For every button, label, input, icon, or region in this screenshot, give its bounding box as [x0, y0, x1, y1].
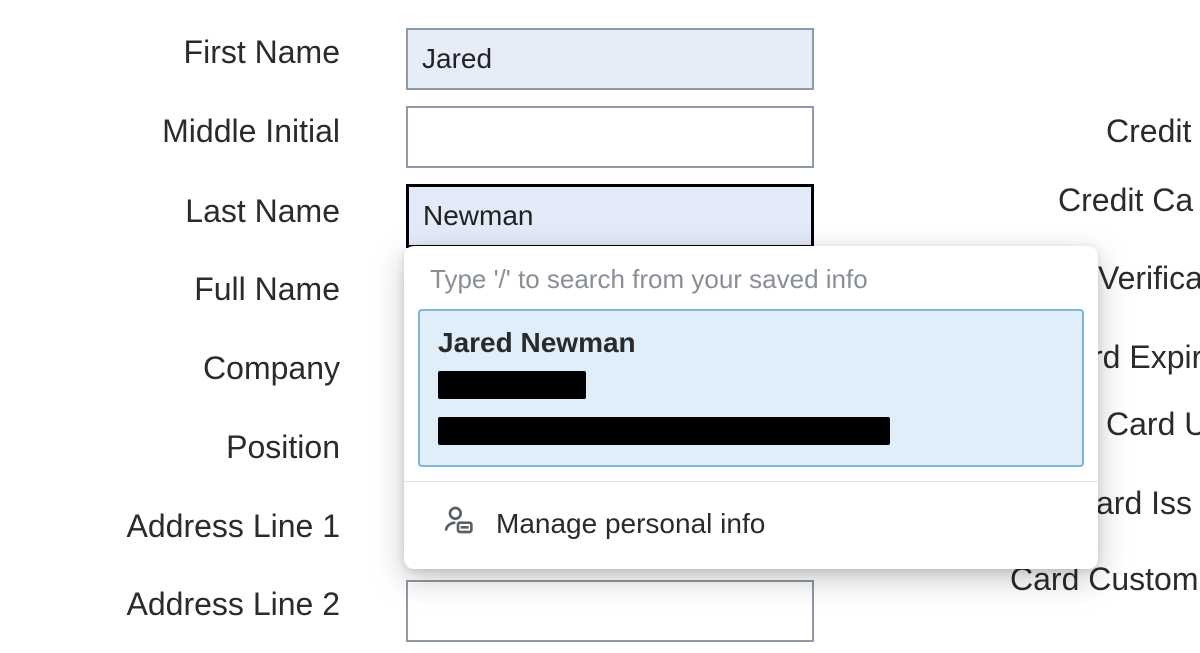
right-label-credit-card: Credit Ca	[1058, 182, 1193, 219]
label-company: Company	[0, 350, 340, 387]
right-label-verification: Verifica	[1098, 260, 1200, 297]
label-position: Position	[0, 429, 340, 466]
autofill-redacted-line-2	[438, 417, 890, 445]
right-label-credit: Credit	[1106, 113, 1191, 150]
person-card-icon	[442, 504, 474, 543]
middle-initial-input[interactable]	[406, 106, 814, 168]
address2-input[interactable]	[406, 580, 814, 642]
label-middle-initial: Middle Initial	[0, 113, 340, 150]
right-label-card-expiry: rd Expir	[1092, 339, 1200, 376]
right-label-card-iss: ard Iss	[1096, 485, 1192, 522]
viewport: First Name Middle Initial Last Name Full…	[0, 0, 1200, 653]
right-label-card-u: Card U	[1106, 406, 1200, 443]
autofill-redacted-line-1	[438, 371, 586, 399]
autofill-suggestion[interactable]: Jared Newman	[418, 309, 1084, 467]
manage-personal-info-label: Manage personal info	[496, 508, 765, 540]
autofill-suggestion-name: Jared Newman	[438, 327, 1064, 359]
manage-personal-info-button[interactable]: Manage personal info	[404, 482, 1098, 569]
autofill-dropdown: Type '/' to search from your saved info …	[404, 246, 1098, 569]
label-last-name: Last Name	[0, 193, 340, 230]
autofill-hint: Type '/' to search from your saved info	[404, 246, 1098, 309]
last-name-input[interactable]	[406, 184, 814, 248]
label-address1: Address Line 1	[0, 508, 340, 545]
label-full-name: Full Name	[0, 271, 340, 308]
first-name-input[interactable]	[406, 28, 814, 90]
label-address2: Address Line 2	[0, 586, 340, 623]
label-first-name: First Name	[0, 34, 340, 71]
